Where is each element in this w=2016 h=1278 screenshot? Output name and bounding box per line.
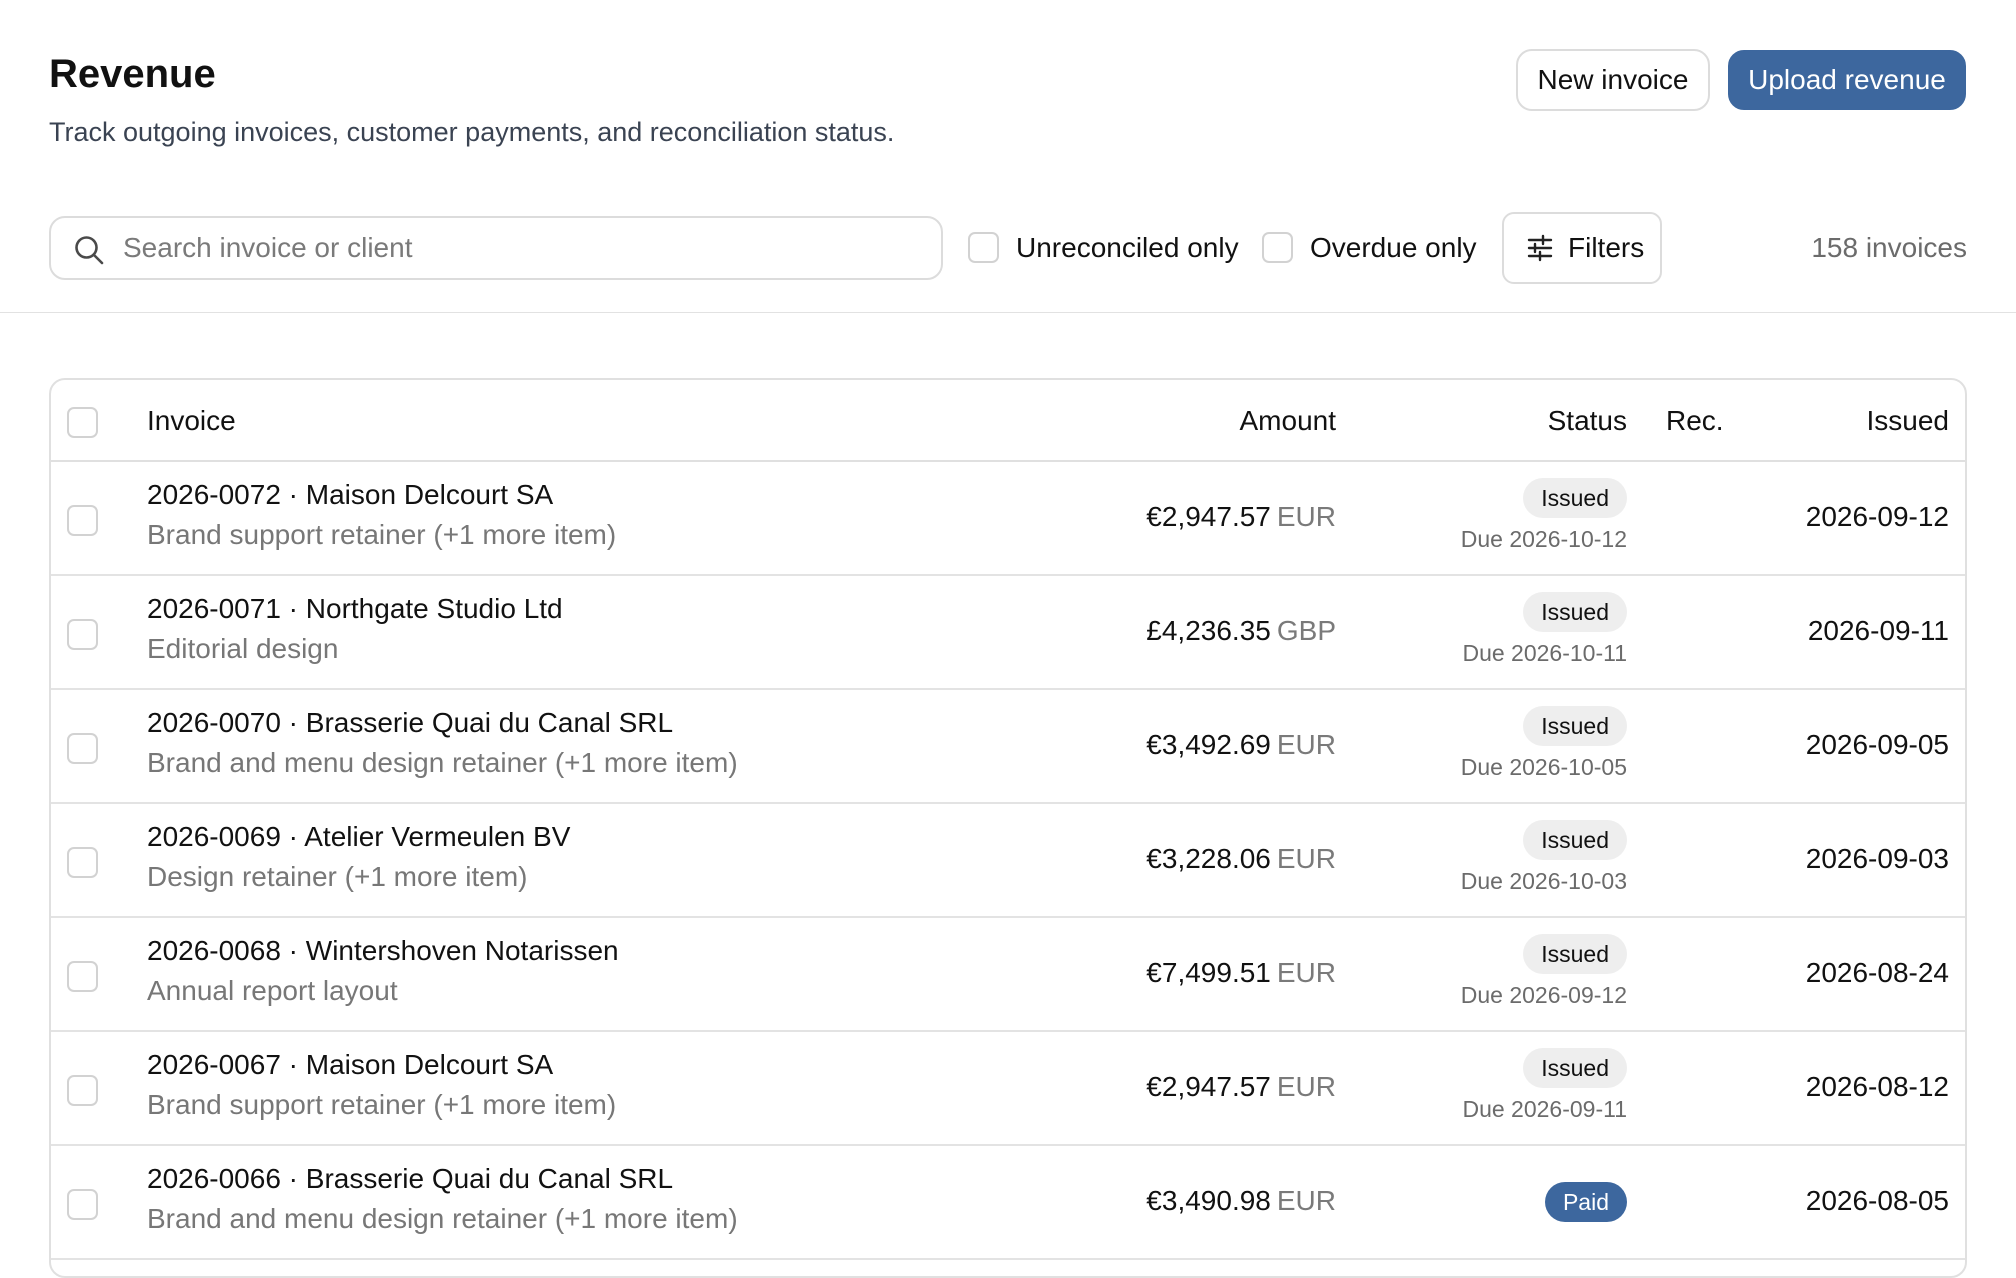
invoice-amount: €3,490.98 EUR (1146, 1185, 1336, 1216)
overdue-only-checkbox[interactable] (1262, 232, 1293, 263)
table-row[interactable]: 2026-0066 · Brasserie Quai du Canal SRL … (51, 1146, 1965, 1260)
invoice-title[interactable]: 2026-0069 · Atelier Vermeulen BV (147, 820, 570, 854)
issued-date: 2026-08-24 (1805, 957, 1949, 988)
invoice-title[interactable]: 2026-0066 · Brasserie Quai du Canal SRL (147, 1162, 673, 1196)
table-row[interactable]: 2026-0070 · Brasserie Quai du Canal SRL … (51, 690, 1965, 804)
page-title: Revenue (49, 52, 216, 96)
invoice-title[interactable]: 2026-0071 · Northgate Studio Ltd (147, 592, 563, 626)
sliders-icon (1527, 234, 1553, 262)
page-subtitle: Track outgoing invoices, customer paymen… (49, 117, 895, 147)
invoice-description: Brand support retainer (+1 more item) (147, 519, 617, 550)
filters-button[interactable]: Filters (1502, 212, 1662, 284)
row-checkbox[interactable] (67, 847, 98, 878)
due-date: Due 2026-09-12 (1460, 982, 1627, 1008)
row-checkbox[interactable] (67, 1075, 98, 1106)
invoice-title[interactable]: 2026-0070 · Brasserie Quai du Canal SRL (147, 706, 673, 740)
table-row[interactable]: 2026-0072 · Maison Delcourt SA Brand sup… (51, 462, 1965, 576)
row-checkbox[interactable] (67, 961, 98, 992)
table-row[interactable]: 2026-0067 · Maison Delcourt SA Brand sup… (51, 1032, 1965, 1146)
status-badge: Issued (1523, 706, 1627, 746)
invoice-description: Brand and menu design retainer (+1 more … (147, 747, 738, 778)
invoice-description: Brand and menu design retainer (+1 more … (147, 1203, 738, 1234)
invoice-amount: €2,947.57 EUR (1146, 501, 1336, 532)
new-invoice-button[interactable]: New invoice (1516, 49, 1710, 111)
row-checkbox[interactable] (67, 733, 98, 764)
table-row[interactable]: 2026-0071 · Northgate Studio Ltd Editori… (51, 576, 1965, 690)
status-badge: Issued (1523, 592, 1627, 632)
invoice-description: Annual report layout (147, 975, 398, 1006)
column-amount[interactable]: Amount (1240, 404, 1337, 438)
due-date: Due 2026-10-12 (1460, 526, 1627, 552)
due-date: Due 2026-10-05 (1460, 754, 1627, 780)
row-checkbox[interactable] (67, 1189, 98, 1220)
issued-date: 2026-09-12 (1805, 501, 1949, 532)
column-status[interactable]: Status (1548, 404, 1627, 438)
unreconciled-only-checkbox[interactable] (968, 232, 999, 263)
issued-date: 2026-09-11 (1807, 615, 1949, 646)
invoice-title[interactable]: 2026-0067 · Maison Delcourt SA (147, 1048, 553, 1082)
invoice-count: 158 invoices (1811, 232, 1967, 263)
filters-label: Filters (1568, 232, 1645, 263)
issued-date: 2026-08-12 (1805, 1071, 1949, 1102)
invoice-description: Brand support retainer (+1 more item) (147, 1089, 617, 1120)
search-icon (75, 236, 104, 265)
table-row[interactable]: 2026-0068 · Wintershoven Notarissen Annu… (51, 918, 1965, 1032)
column-invoice[interactable]: Invoice (147, 404, 236, 438)
overdue-only-label[interactable]: Overdue only (1310, 231, 1477, 265)
row-checkbox[interactable] (67, 619, 98, 650)
invoice-amount: £4,236.35 GBP (1146, 615, 1336, 646)
issued-date: 2026-09-03 (1805, 843, 1949, 874)
select-all-checkbox[interactable] (67, 407, 98, 438)
status-badge: Issued (1523, 1048, 1627, 1088)
invoice-description: Design retainer (+1 more item) (147, 861, 528, 892)
status-badge: Paid (1544, 1182, 1627, 1222)
invoice-amount: €3,492.69 EUR (1146, 729, 1336, 760)
invoice-amount: €2,947.57 EUR (1146, 1071, 1336, 1102)
search-input[interactable] (123, 226, 923, 270)
row-checkbox[interactable] (67, 505, 98, 536)
table-row[interactable]: 2026-0069 · Atelier Vermeulen BV Design … (51, 804, 1965, 918)
invoices-table: Invoice Amount Status Rec. Issued 2026-0… (49, 378, 1967, 1278)
due-date: Due 2026-10-11 (1462, 640, 1627, 666)
page-header: Revenue Track outgoing invoices, custome… (0, 0, 2016, 313)
invoice-title[interactable]: 2026-0072 · Maison Delcourt SA (147, 478, 553, 512)
upload-revenue-button[interactable]: Upload revenue (1728, 50, 1966, 110)
column-rec[interactable]: Rec. (1666, 404, 1724, 438)
status-badge: Issued (1523, 934, 1627, 974)
due-date: Due 2026-10-03 (1460, 868, 1627, 894)
status-badge: Issued (1523, 820, 1627, 860)
search-box[interactable] (49, 216, 943, 280)
column-issued[interactable]: Issued (1867, 404, 1950, 438)
table-header: Invoice Amount Status Rec. Issued (51, 380, 1965, 462)
issued-date: 2026-08-05 (1805, 1185, 1949, 1216)
invoice-amount: €7,499.51 EUR (1146, 957, 1336, 988)
invoice-amount: €3,228.06 EUR (1146, 843, 1336, 874)
status-badge: Issued (1523, 478, 1627, 518)
unreconciled-only-label[interactable]: Unreconciled only (1016, 231, 1239, 265)
issued-date: 2026-09-05 (1805, 729, 1949, 760)
invoice-description: Editorial design (147, 633, 339, 664)
due-date: Due 2026-09-11 (1462, 1096, 1627, 1122)
invoice-title[interactable]: 2026-0068 · Wintershoven Notarissen (147, 934, 619, 968)
